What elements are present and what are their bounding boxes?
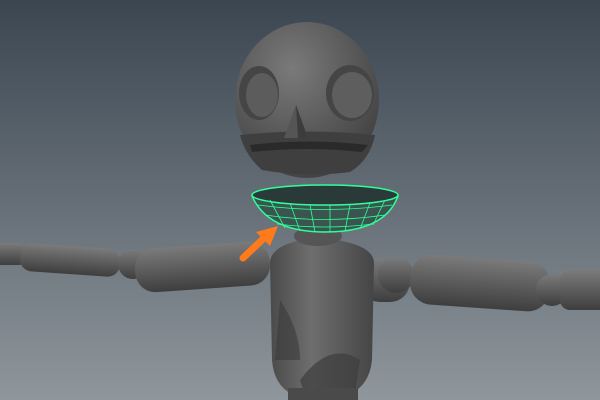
head[interactable] <box>235 22 379 178</box>
3d-viewport[interactable] <box>0 0 600 400</box>
viewport-canvas[interactable] <box>0 0 600 400</box>
torso[interactable] <box>270 238 374 400</box>
